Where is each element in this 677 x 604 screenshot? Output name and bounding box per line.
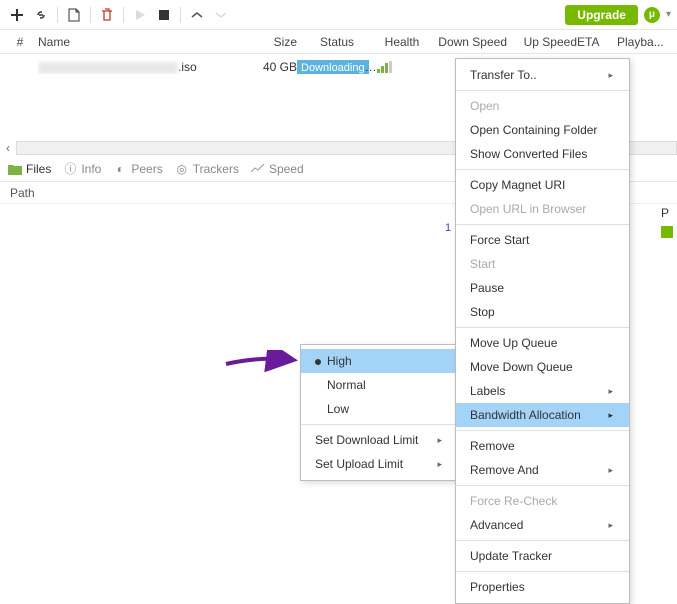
toolbar: Upgrade μ ▾	[0, 0, 677, 30]
menu-properties[interactable]: Properties	[456, 575, 629, 599]
menu-move-up-queue[interactable]: Move Up Queue	[456, 331, 629, 355]
menu-pause[interactable]: Pause	[456, 276, 629, 300]
menu-advanced[interactable]: Advanced▸	[456, 513, 629, 537]
chevron-right-icon: ▸	[608, 465, 613, 476]
col-play[interactable]: Playba...	[617, 35, 667, 49]
status-badge: Downloading	[297, 60, 369, 74]
folder-icon	[8, 162, 22, 176]
col-size[interactable]: Size	[247, 35, 297, 49]
target-icon: ◎	[175, 162, 189, 176]
app-logo-icon[interactable]: μ	[644, 7, 660, 23]
peers-icon: ◐	[113, 162, 127, 176]
chevron-right-icon: ▸	[608, 386, 613, 397]
bullet-icon	[315, 359, 321, 365]
row-size: 40 GB	[247, 60, 297, 74]
submenu-set-download-limit[interactable]: Set Download Limit▸	[301, 428, 456, 452]
right-p-label: P	[661, 206, 673, 220]
col-status[interactable]: Status	[297, 35, 377, 49]
menu-force-recheck[interactable]: Force Re-Check	[456, 489, 629, 513]
chevron-right-icon: ▸	[437, 435, 442, 446]
toolbar-right: Upgrade μ ▾	[565, 5, 671, 25]
chevron-down-icon[interactable]: ▾	[666, 9, 671, 20]
menu-open[interactable]: Open	[456, 94, 629, 118]
menu-labels[interactable]: Labels▸	[456, 379, 629, 403]
tab-info[interactable]: ⓘInfo	[63, 162, 101, 176]
health-bars-icon	[377, 61, 427, 73]
info-icon: ⓘ	[63, 162, 77, 176]
tab-files[interactable]: Files	[8, 162, 51, 176]
chevron-right-icon: ▸	[608, 520, 613, 531]
menu-force-start[interactable]: Force Start	[456, 228, 629, 252]
menu-open-containing-folder[interactable]: Open Containing Folder	[456, 118, 629, 142]
menu-move-down-queue[interactable]: Move Down Queue	[456, 355, 629, 379]
chart-icon	[251, 162, 265, 176]
tab-speed[interactable]: Speed	[251, 162, 304, 176]
file-ext: .iso	[178, 60, 197, 74]
submenu-low[interactable]: Low	[301, 397, 456, 421]
menu-remove[interactable]: Remove	[456, 434, 629, 458]
col-num[interactable]: #	[10, 35, 30, 49]
move-up-button[interactable]	[186, 4, 208, 26]
col-health[interactable]: Health	[377, 35, 427, 49]
context-menu: Transfer To..▸ Open Open Containing Fold…	[455, 58, 630, 604]
col-up[interactable]: Up Speed	[507, 35, 577, 49]
create-torrent-button[interactable]	[63, 4, 85, 26]
delete-button[interactable]	[96, 4, 118, 26]
add-link-button[interactable]	[30, 4, 52, 26]
move-down-button[interactable]	[210, 4, 232, 26]
context-submenu-bandwidth: High Normal Low Set Download Limit▸ Set …	[300, 344, 457, 481]
count-label: 1	[445, 222, 451, 234]
stop-button[interactable]	[153, 4, 175, 26]
menu-copy-magnet[interactable]: Copy Magnet URI	[456, 173, 629, 197]
column-header: # Name Size Status Health Down Speed Up …	[0, 30, 677, 54]
row-name: .iso	[38, 60, 247, 74]
submenu-set-upload-limit[interactable]: Set Upload Limit▸	[301, 452, 456, 476]
submenu-high[interactable]: High	[301, 349, 456, 373]
right-panel-stub: P	[661, 206, 673, 238]
col-down[interactable]: Down Speed	[427, 35, 507, 49]
start-button[interactable]	[129, 4, 151, 26]
menu-update-tracker[interactable]: Update Tracker	[456, 544, 629, 568]
menu-remove-and[interactable]: Remove And▸	[456, 458, 629, 482]
menu-bandwidth-allocation[interactable]: Bandwidth Allocation▸	[456, 403, 629, 427]
menu-show-converted-files[interactable]: Show Converted Files	[456, 142, 629, 166]
col-eta[interactable]: ETA	[577, 35, 617, 49]
scroll-left-icon[interactable]: ‹	[0, 141, 16, 155]
submenu-normal[interactable]: Normal	[301, 373, 456, 397]
add-torrent-button[interactable]	[6, 4, 28, 26]
annotation-arrow-icon	[222, 350, 300, 374]
upgrade-button[interactable]: Upgrade	[565, 5, 638, 25]
row-health	[377, 61, 427, 73]
menu-open-url[interactable]: Open URL in Browser	[456, 197, 629, 221]
tab-peers[interactable]: ◐Peers	[113, 162, 162, 176]
menu-transfer-to[interactable]: Transfer To..▸	[456, 63, 629, 87]
chevron-right-icon: ▸	[608, 70, 613, 81]
col-name[interactable]: Name	[38, 35, 247, 49]
row-status: Downloading36..	[297, 60, 377, 74]
tab-trackers[interactable]: ◎Trackers	[175, 162, 239, 176]
toolbar-left	[6, 4, 232, 26]
progress-square-icon	[661, 226, 673, 238]
menu-stop[interactable]: Stop	[456, 300, 629, 324]
menu-start[interactable]: Start	[456, 252, 629, 276]
chevron-right-icon: ▸	[437, 459, 442, 470]
chevron-right-icon: ▸	[608, 410, 613, 421]
